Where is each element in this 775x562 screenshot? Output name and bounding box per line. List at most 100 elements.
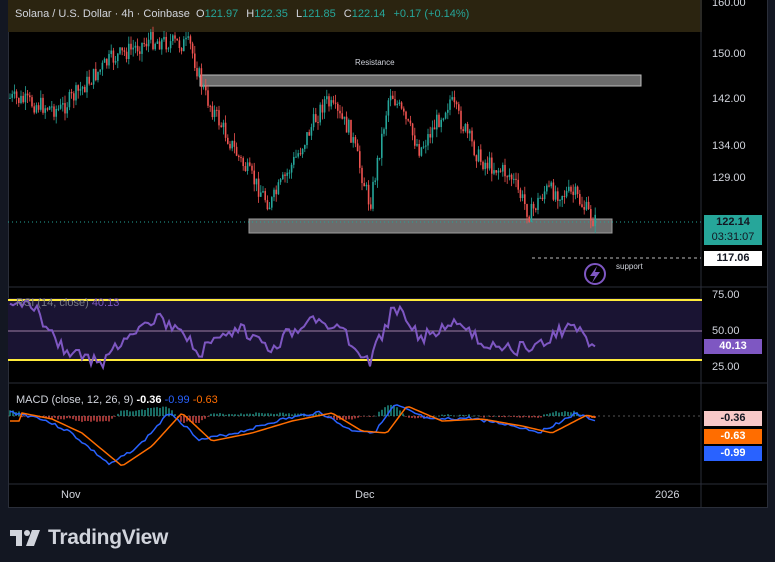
candle-body [130, 43, 132, 50]
candle-body [275, 189, 277, 195]
candle-body [301, 148, 304, 155]
candle-body [288, 172, 291, 174]
macd-line [9, 404, 596, 466]
support-label[interactable]: support [616, 262, 643, 271]
candle-body [539, 197, 541, 199]
candle-body [246, 162, 249, 171]
resistance-label[interactable]: Resistance [355, 58, 395, 67]
candle-body [458, 104, 460, 111]
macd-histogram-bar [78, 416, 80, 421]
candle-body [482, 161, 484, 170]
macd-histogram-bar [81, 416, 83, 422]
candle-body [86, 76, 88, 93]
macd-histogram-bar [90, 416, 92, 422]
macd-legend[interactable]: MACD (close, 12, 26, 9) -0.36 -0.99 -0.6… [16, 394, 218, 406]
candle-body [209, 105, 211, 107]
candle-body [240, 157, 242, 159]
macd-histogram-bar [210, 413, 212, 416]
candle-body [22, 95, 24, 103]
candle-body [57, 108, 60, 110]
candle-body [59, 104, 62, 109]
macd-histogram-bar [351, 416, 353, 420]
macd-histogram-bar [156, 407, 158, 416]
candle-body [312, 114, 315, 128]
candle-body [176, 38, 178, 41]
candle-body [559, 199, 561, 201]
candle-body [117, 53, 119, 62]
candle-body [462, 129, 464, 132]
candle-body [304, 145, 306, 149]
candle-body [330, 100, 332, 107]
candle-body [374, 180, 376, 182]
candle-body [222, 122, 225, 128]
candle-body [499, 170, 502, 172]
macd-histogram-bar [264, 413, 266, 416]
candle-body [9, 97, 11, 99]
price-chart-svg[interactable] [0, 0, 775, 562]
macd-histogram-bar [234, 414, 236, 416]
rsi-tick: 75.00 [712, 289, 740, 301]
macd-histogram-bar [111, 416, 113, 419]
macd-histogram-bar [516, 416, 518, 418]
macd-histogram-bar [345, 416, 347, 420]
candle-body [51, 106, 53, 108]
candle-body [376, 157, 379, 181]
macd-histogram-bar [486, 415, 488, 417]
candle-body [576, 186, 579, 195]
candle-body [187, 36, 189, 38]
candle-body [224, 122, 227, 138]
candle-body [310, 127, 313, 136]
candle-body [271, 197, 273, 208]
macd-histogram-bar [123, 410, 125, 416]
candle-body [341, 113, 343, 119]
candle-body [121, 47, 123, 51]
candle-body [108, 53, 110, 66]
macd-histogram-bar [243, 414, 245, 416]
candle-body [299, 153, 302, 155]
candle-body [370, 204, 372, 209]
candle-body [339, 110, 341, 114]
candle-body [442, 118, 445, 120]
candle-body [495, 170, 497, 173]
candle-body [471, 130, 473, 142]
candle-body [189, 36, 192, 44]
candle-body [554, 191, 557, 200]
resistance-zone[interactable] [199, 74, 642, 87]
rsi-legend[interactable]: RSI (14, close) 40.13 [16, 297, 119, 309]
support-zone[interactable] [248, 218, 613, 234]
candle-body [185, 37, 187, 40]
macd-histogram-bar [348, 416, 350, 420]
candle-body [15, 91, 18, 98]
tradingview-icon [10, 530, 40, 546]
candle-body [594, 214, 596, 227]
candle-body [158, 41, 161, 50]
macd-histogram-bar [66, 416, 68, 419]
candle-body [35, 105, 38, 113]
candle-body [530, 203, 533, 222]
candle-body [163, 36, 165, 40]
macd-histogram-bar [246, 413, 248, 416]
macd-histogram-bar [126, 410, 128, 416]
macd-histogram-bar [87, 416, 89, 422]
candle-body [403, 108, 405, 112]
macd-histogram-bar [120, 410, 122, 416]
candle-body [75, 85, 77, 101]
candle-body [18, 97, 20, 103]
candle-body [372, 181, 374, 209]
candle-body [418, 144, 420, 156]
candle-body [150, 32, 152, 40]
candle-body [286, 172, 288, 176]
candle-body [508, 174, 511, 178]
tradingview-logo[interactable]: TradingView [10, 526, 168, 550]
candle-body [337, 103, 339, 111]
macd-histogram-bar [267, 413, 269, 416]
candle-body [180, 48, 183, 52]
price-tick: 150.00 [712, 48, 746, 60]
candle-body [422, 146, 425, 148]
candle-body [319, 104, 321, 123]
candle-body [211, 106, 214, 118]
lightning-icon[interactable] [584, 263, 606, 285]
candle-body [128, 43, 130, 60]
candle-body [565, 190, 568, 197]
rsi-title: RSI (14, close) [16, 297, 89, 309]
